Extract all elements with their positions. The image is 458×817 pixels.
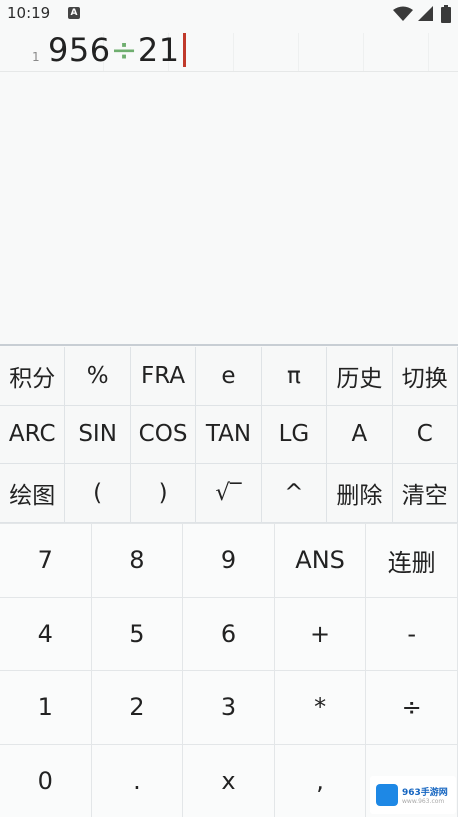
number-key-2-2[interactable]: 3 bbox=[183, 670, 275, 744]
function-key-0-2[interactable]: FRA bbox=[130, 347, 197, 406]
line-number: 1 bbox=[32, 50, 40, 64]
number-key-0-2[interactable]: 9 bbox=[183, 523, 275, 597]
number-key-1-0[interactable]: 4 bbox=[0, 596, 92, 670]
function-keypad: 积分% FRA e π 历史 切换 ARC SIN COS TAN LG A C 绘图() √‾ ^ 删除 清空 bbox=[0, 347, 458, 523]
watermark-logo: 963手游网 www.963.com bbox=[370, 776, 456, 814]
number-key-3-2[interactable]: x bbox=[183, 743, 275, 817]
function-key-0-4[interactable]: π bbox=[261, 347, 328, 406]
number-key-0-4[interactable]: 连删 bbox=[366, 523, 458, 597]
function-key-1-1[interactable]: SIN bbox=[65, 405, 131, 465]
number-key-3-1[interactable]: . bbox=[91, 743, 184, 817]
notification-a-icon: A bbox=[68, 7, 80, 19]
function-key-0-6[interactable]: 切换 bbox=[392, 347, 458, 406]
number-key-0-1[interactable]: 8 bbox=[91, 523, 184, 597]
function-key-1-6[interactable]: C bbox=[392, 405, 458, 465]
number-key-1-1[interactable]: 5 bbox=[91, 596, 184, 670]
number-key-2-4[interactable]: ÷ bbox=[366, 670, 458, 744]
function-key-1-0[interactable]: ARC bbox=[0, 405, 66, 465]
function-key-1-5[interactable]: A bbox=[327, 405, 393, 465]
expression-operator: ÷ bbox=[110, 31, 138, 69]
function-key-2-0[interactable]: 绘图 bbox=[0, 464, 66, 523]
keypad-divider bbox=[0, 344, 458, 346]
number-key-2-0[interactable]: 1 bbox=[0, 670, 92, 744]
status-time: 10:19 bbox=[7, 4, 51, 22]
number-key-1-2[interactable]: 6 bbox=[183, 596, 275, 670]
function-key-0-1[interactable]: % bbox=[65, 347, 131, 406]
watermark-brand: 963手游网 bbox=[402, 788, 448, 798]
number-key-3-0[interactable]: 0 bbox=[0, 743, 92, 817]
function-key-1-3[interactable]: TAN bbox=[196, 405, 262, 465]
function-key-2-5[interactable]: 删除 bbox=[327, 464, 393, 523]
expression-right: 21 bbox=[137, 31, 180, 69]
number-keypad: 7 8 9 ANS 连删 4 5 6 + - 1 2 3 * ÷ 0. x, bbox=[0, 523, 458, 817]
number-key-2-3[interactable]: * bbox=[274, 670, 367, 744]
number-key-1-4[interactable]: - bbox=[366, 596, 458, 670]
expression-text[interactable]: 956÷21 bbox=[48, 31, 186, 69]
function-key-2-3[interactable]: √‾ bbox=[196, 464, 262, 523]
function-key-2-2[interactable]: ) bbox=[130, 464, 197, 523]
function-key-2-1[interactable]: ( bbox=[65, 464, 131, 523]
number-key-1-3[interactable]: + bbox=[274, 596, 367, 670]
watermark-sub: www.963.com bbox=[402, 798, 445, 805]
number-key-2-1[interactable]: 2 bbox=[91, 670, 184, 744]
function-key-0-5[interactable]: 历史 bbox=[327, 347, 393, 406]
watermark-logo-icon bbox=[376, 784, 398, 806]
expression-left: 956 bbox=[48, 31, 111, 69]
function-key-1-4[interactable]: LG bbox=[261, 405, 328, 465]
text-cursor bbox=[182, 33, 186, 67]
function-key-2-6[interactable]: 清空 bbox=[392, 464, 458, 523]
signal-icon bbox=[418, 6, 433, 21]
status-bar: 10:19 A bbox=[0, 0, 458, 30]
expression-editor[interactable]: 1 956÷21 bbox=[0, 31, 458, 72]
wifi-icon bbox=[393, 6, 413, 21]
number-key-0-0[interactable]: 7 bbox=[0, 523, 92, 597]
function-key-0-0[interactable]: 积分 bbox=[0, 347, 66, 406]
function-key-1-2[interactable]: COS bbox=[130, 405, 197, 465]
number-key-3-3[interactable]: , bbox=[274, 743, 367, 817]
function-key-0-3[interactable]: e bbox=[196, 347, 262, 406]
battery-icon bbox=[441, 5, 451, 23]
number-key-0-3[interactable]: ANS bbox=[274, 523, 367, 597]
function-key-2-4[interactable]: ^ bbox=[261, 464, 328, 523]
